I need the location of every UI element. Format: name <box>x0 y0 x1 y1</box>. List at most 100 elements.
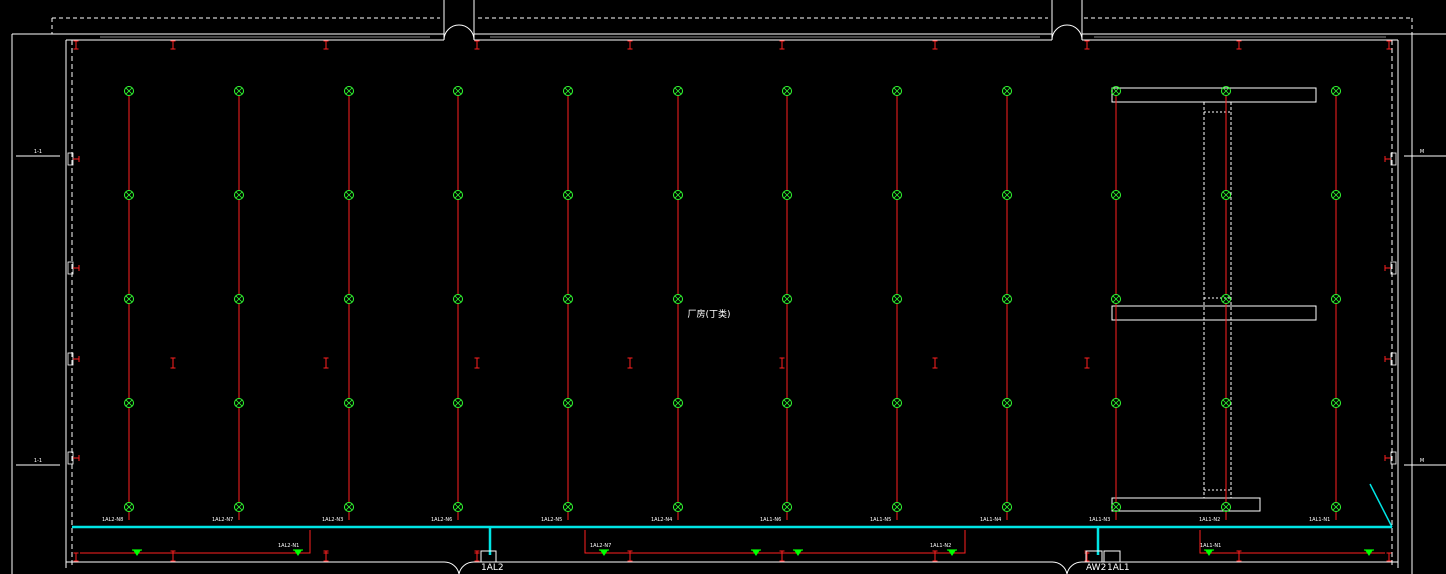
lighting-circuits <box>128 96 1337 520</box>
lamp-fixture-icon <box>563 398 573 408</box>
lamp-fixture-icon <box>1331 398 1341 408</box>
socket-icon <box>627 40 633 50</box>
lamp-fixture-icon <box>1002 190 1012 200</box>
lamp-fixture-icon <box>1002 502 1012 512</box>
lamp-fixture-icon <box>673 398 683 408</box>
electrical-floor-plan: 厂房(丁类) 1AL2 AW2 1AL1 1-1 1-1 M M 1AL2-N8… <box>11 0 1446 574</box>
socket-icon <box>779 40 785 50</box>
lamp-fixture-icon <box>563 502 573 512</box>
left-mark-1: 1-1 <box>34 149 42 155</box>
circuit-label: 1AL2-N6 <box>431 517 452 523</box>
lamp-fixture-icon <box>892 502 902 512</box>
circuit-label: 1AL1-N1 <box>1309 517 1330 523</box>
lamp-fixture-icon <box>1331 86 1341 96</box>
lamp-fixture-icon <box>563 190 573 200</box>
lamp-fixture-icon <box>782 398 792 408</box>
left-mark-2: 1-1 <box>34 458 42 464</box>
top-doors <box>443 0 1083 574</box>
lamp-fixture-icon <box>1331 190 1341 200</box>
lamp-fixture-icon <box>892 294 902 304</box>
lamp-fixture-icon <box>563 294 573 304</box>
lamp-fixture-icon <box>1111 502 1121 512</box>
lamp-fixture-icon <box>453 294 463 304</box>
socket-icon <box>323 40 329 50</box>
lower-circuit-label: 1AL2-N7 <box>590 543 611 549</box>
socket-icon <box>932 40 938 50</box>
side-socket-icon <box>67 451 80 465</box>
panel-1al2: 1AL2 <box>481 563 504 573</box>
right-mark-1: M <box>1420 149 1424 155</box>
lamp-fixture-icon <box>453 86 463 96</box>
lamp-fixture-icon <box>1111 294 1121 304</box>
lamp-fixture-icon <box>1331 294 1341 304</box>
lamp-fixture-icon <box>344 398 354 408</box>
socket-icon <box>1084 357 1090 369</box>
lower-circuit-labels: 1AL2-N1 1AL2-N7 1AL1-N2 1AL1-N1 <box>278 543 1221 549</box>
lamp-fixture-icon <box>892 86 902 96</box>
wall-sockets <box>67 40 1397 562</box>
circuit-label: 1AL2-N7 <box>212 517 233 523</box>
lamp-fixture-icon <box>782 190 792 200</box>
circuit-label: 1AL2-N3 <box>322 517 343 523</box>
lamp-fixture-icon <box>344 190 354 200</box>
outer-dashed-wall <box>51 17 1413 34</box>
socket-icon <box>474 40 480 50</box>
socket-icon <box>73 40 79 50</box>
lamp-fixture-icon <box>782 86 792 96</box>
lamp-fixture-icon <box>124 502 134 512</box>
lower-branch-circuits <box>80 530 1385 554</box>
socket-icon <box>779 357 785 369</box>
lower-circuit-label: 1AL1-N2 <box>930 543 951 549</box>
socket-icon <box>73 552 79 562</box>
lamp-fixture-icon <box>1221 398 1231 408</box>
lamp-fixture-icon <box>892 398 902 408</box>
socket-icon <box>1084 40 1090 50</box>
socket-icon <box>170 40 176 50</box>
side-socket-icon <box>67 152 80 166</box>
side-socket-icon <box>67 352 80 366</box>
panel-1al1: 1AL1 <box>1107 563 1130 573</box>
lower-circuit-label: 1AL1-N1 <box>1200 543 1221 549</box>
crane-beam <box>1111 87 1317 512</box>
lamp-fixture-icon <box>234 294 244 304</box>
lamp-fixture-icon <box>124 398 134 408</box>
circuit-label: 1AL1-N2 <box>1199 517 1220 523</box>
side-socket-icon <box>1384 352 1397 366</box>
lamp-fixture-icon <box>782 502 792 512</box>
lamp-fixture-icon <box>1221 190 1231 200</box>
lamp-fixture-icon <box>1111 190 1121 200</box>
lamp-fixture-icon <box>1002 294 1012 304</box>
lamp-fixture-icon <box>563 86 573 96</box>
lamp-fixture-icon <box>344 294 354 304</box>
lamp-fixture-icon <box>344 502 354 512</box>
socket-icon <box>474 357 480 369</box>
side-socket-icon <box>67 261 80 275</box>
lamp-fixture-icon <box>234 502 244 512</box>
socket-icon <box>1236 40 1242 50</box>
lamp-fixture-icon <box>234 86 244 96</box>
lighting-fixtures <box>124 86 1341 512</box>
lamp-fixture-icon <box>344 86 354 96</box>
lower-circuit-label: 1AL2-N1 <box>278 543 299 549</box>
circuit-label: 1AL2-N4 <box>651 517 672 523</box>
socket-icon <box>1386 552 1392 562</box>
socket-icon <box>170 357 176 369</box>
room-name: 厂房(丁类) <box>687 308 730 320</box>
lower-branch-markers <box>132 549 1374 560</box>
lamp-fixture-icon <box>1111 398 1121 408</box>
lamp-fixture-icon <box>892 190 902 200</box>
lamp-fixture-icon <box>234 398 244 408</box>
panel-aw2: AW2 <box>1086 563 1106 573</box>
lamp-fixture-icon <box>1002 398 1012 408</box>
lamp-fixture-icon <box>673 502 683 512</box>
circuit-label: 1AL2-N5 <box>541 517 562 523</box>
socket-icon <box>323 357 329 369</box>
socket-icon <box>932 357 938 369</box>
socket-icon <box>1386 40 1392 50</box>
side-socket-icon <box>1384 152 1397 166</box>
lamp-fixture-icon <box>782 294 792 304</box>
lamp-fixture-icon <box>124 294 134 304</box>
right-mark-2: M <box>1420 458 1424 464</box>
lamp-fixture-icon <box>673 86 683 96</box>
lamp-fixture-icon <box>1331 502 1341 512</box>
